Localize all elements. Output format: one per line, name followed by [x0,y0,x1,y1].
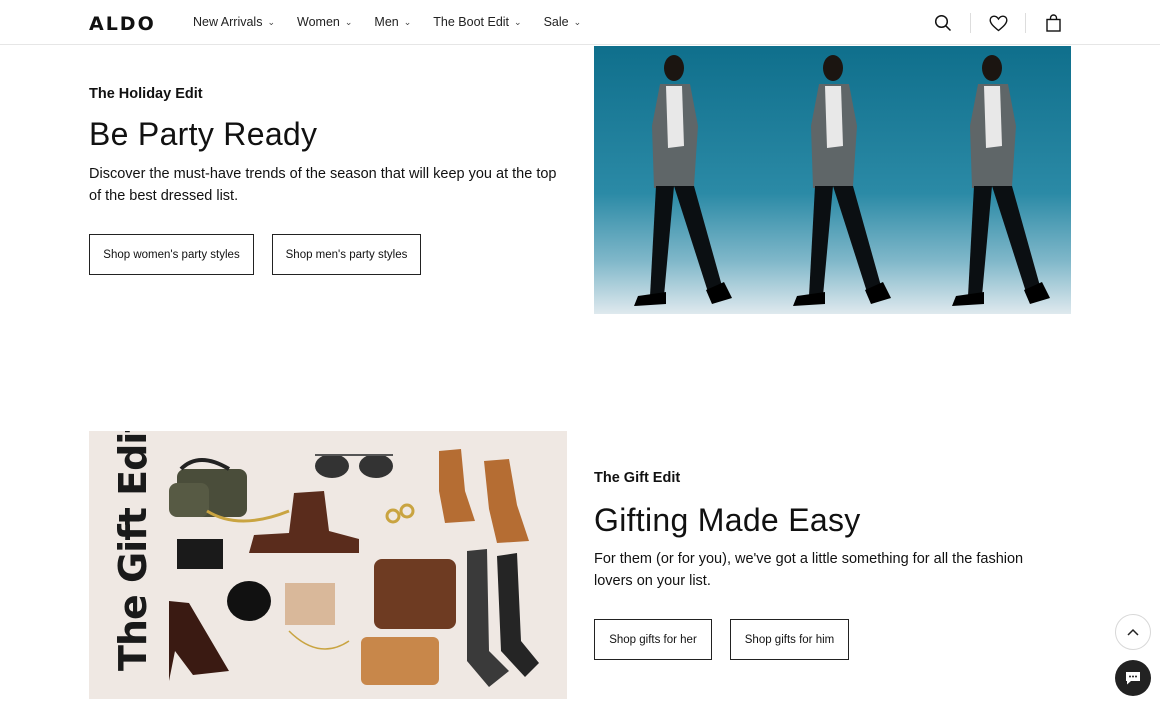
chevron-up-icon [1127,628,1139,636]
gift-headline: Gifting Made Easy [594,502,861,538]
gift-products-illustration [169,449,539,687]
shopping-bag-icon[interactable] [1040,11,1066,35]
chevron-down-icon: ⌄ [573,16,582,27]
heart-icon[interactable] [985,11,1011,35]
nav-new-arrivals[interactable]: New Arrivals ⌄ [193,15,275,29]
hero-panel [912,46,1071,314]
gift-edit-image[interactable]: The Gift Edit [89,431,567,699]
nav-label: The Boot Edit [433,15,510,29]
shop-mens-party-button[interactable]: Shop men's party styles [272,234,421,275]
hero-panel [594,46,753,314]
hero-panel [753,46,912,314]
site-header: ALDO New Arrivals ⌄ Women ⌄ Men ⌄ The Bo… [0,0,1160,45]
search-icon[interactable] [930,11,956,35]
chat-button[interactable] [1115,660,1151,696]
gift-description: For them (or for you), we've got a littl… [594,551,1024,589]
chevron-down-icon: ⌄ [344,16,353,27]
nav-label: New Arrivals [193,15,263,29]
nav-label: Men [374,15,399,29]
aldo-logo[interactable]: ALDO [89,13,156,35]
divider [1025,13,1026,33]
nav-sale[interactable]: Sale ⌄ [544,15,582,29]
chevron-down-icon: ⌄ [403,16,412,27]
shop-gifts-her-button[interactable]: Shop gifts for her [594,619,712,660]
shop-womens-party-button[interactable]: Shop women's party styles [89,234,254,275]
scroll-to-top-button[interactable] [1115,614,1151,650]
chevron-down-icon: ⌄ [514,16,522,27]
chat-bubble-icon [1126,672,1140,685]
chevron-down-icon: ⌄ [267,16,276,27]
holiday-eyebrow: The Holiday Edit [89,86,203,102]
nav-women[interactable]: Women ⌄ [297,15,352,29]
holiday-headline: Be Party Ready [89,116,318,152]
header-icons [930,11,1066,35]
divider [970,13,971,33]
nav-men[interactable]: Men ⌄ [374,15,411,29]
holiday-hero-image[interactable] [594,46,1071,314]
main-nav: New Arrivals ⌄ Women ⌄ Men ⌄ The Boot Ed… [193,15,603,29]
nav-boot-edit[interactable]: The Boot Edit ⌄ [433,15,521,29]
holiday-description: Discover the must-have trends of the sea… [89,166,557,204]
gift-eyebrow: The Gift Edit [594,470,681,486]
nav-label: Sale [543,15,569,29]
shop-gifts-him-button[interactable]: Shop gifts for him [730,619,849,660]
nav-label: Women [297,15,340,29]
